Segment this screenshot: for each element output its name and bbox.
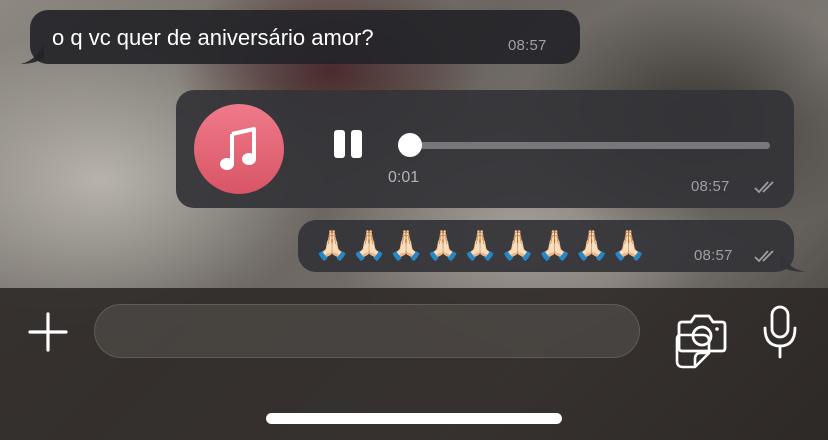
audio-elapsed-time: 0:01	[388, 169, 420, 186]
message-composer	[0, 288, 828, 440]
message-time: 08:57	[694, 247, 733, 264]
message-bubble-incoming[interactable]: o q vc quer de aniversário amor? 08:57	[20, 10, 580, 64]
pause-bar-right	[351, 130, 362, 158]
pause-button[interactable]	[332, 128, 366, 162]
audio-message-bubble[interactable]: 0:01 08:57	[176, 90, 794, 208]
message-input-field[interactable]	[94, 304, 711, 369]
read-receipt-icon	[754, 181, 774, 194]
audio-scrubber-handle[interactable]	[398, 133, 422, 157]
bubble-tail	[20, 44, 44, 64]
music-badge	[194, 104, 284, 194]
audio-progress-track[interactable]	[410, 142, 770, 149]
music-note-icon	[220, 127, 256, 170]
bubble-tail	[780, 252, 806, 272]
message-time: 08:57	[691, 178, 730, 195]
camera-icon[interactable]	[676, 310, 728, 356]
microphone-icon[interactable]	[760, 304, 800, 360]
plus-icon[interactable]	[26, 310, 70, 354]
message-input[interactable]	[115, 315, 575, 349]
message-text: o q vc quer de aniversário amor?	[52, 25, 374, 50]
home-indicator[interactable]	[266, 413, 562, 424]
pause-bar-left	[334, 130, 345, 158]
message-bubble-outgoing[interactable]: 🙏🏻🙏🏻🙏🏻🙏🏻🙏🏻🙏🏻🙏🏻🙏🏻🙏🏻 08:57	[298, 220, 806, 272]
message-text: 🙏🏻🙏🏻🙏🏻🙏🏻🙏🏻🙏🏻🙏🏻🙏🏻🙏🏻	[314, 230, 648, 262]
chat-area: o q vc quer de aniversário amor? 08:57 0…	[0, 0, 828, 290]
message-time: 08:57	[508, 37, 547, 54]
read-receipt-icon	[754, 250, 774, 263]
